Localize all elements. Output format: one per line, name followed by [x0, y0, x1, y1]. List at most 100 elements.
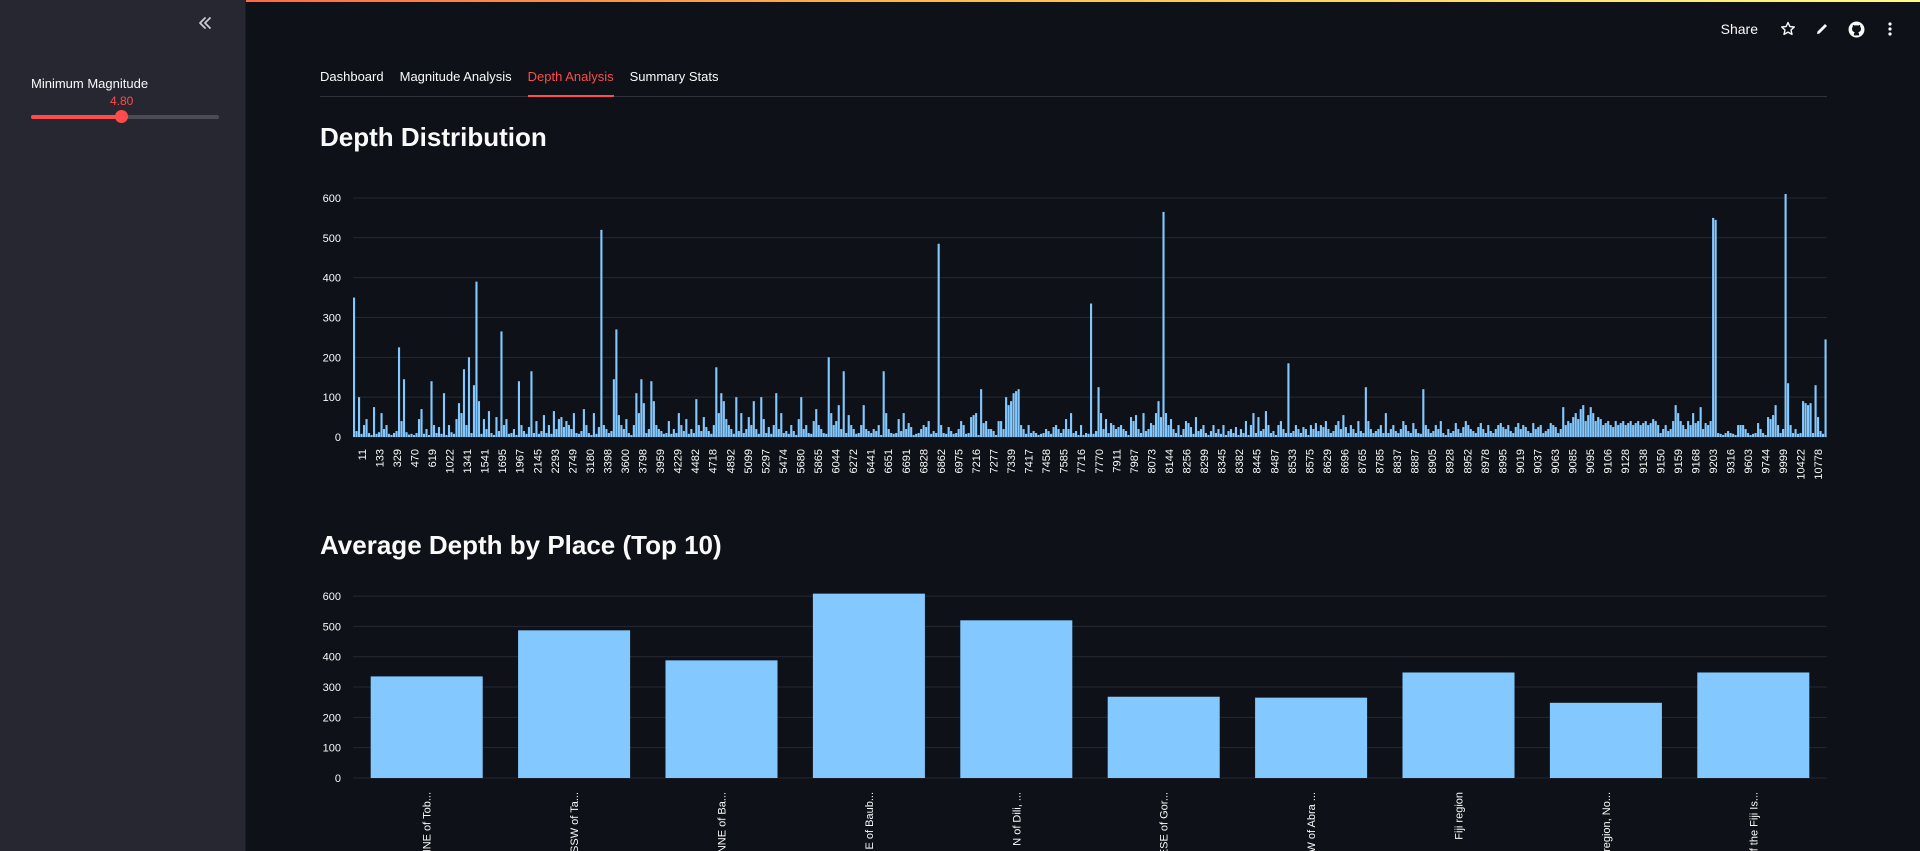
depth-x-tick-label: 7339	[1006, 449, 1018, 473]
depth-bar	[722, 401, 725, 437]
depth-bar	[358, 397, 361, 437]
depth-bar	[1522, 425, 1525, 437]
slider-thumb[interactable]	[115, 110, 129, 123]
depth-bar	[520, 425, 523, 437]
depth-bar	[772, 425, 775, 437]
depth-bar	[777, 429, 780, 437]
depth-bar	[1589, 407, 1592, 437]
depth-bar	[1114, 429, 1118, 437]
depth-bar	[1162, 211, 1165, 437]
depth-bar	[792, 431, 795, 437]
depth-bar	[885, 413, 888, 437]
depth-bar	[1237, 435, 1240, 437]
depth-bar	[712, 425, 715, 437]
depth-bar	[1537, 427, 1540, 437]
depth-bar	[1402, 421, 1405, 437]
depth-bar	[1164, 413, 1168, 437]
depth-bar	[405, 432, 408, 437]
depth-bar	[665, 433, 668, 437]
depth-x-tick-label: 9999	[1778, 449, 1790, 473]
kebab-menu-icon[interactable]	[1880, 19, 1900, 39]
depth-bar	[1679, 421, 1682, 437]
depth-bar	[552, 411, 555, 437]
depth-bar	[1822, 433, 1825, 437]
depth-bar	[1772, 415, 1775, 437]
depth-bar	[1677, 413, 1680, 437]
depth-bar	[515, 435, 518, 437]
star-icon[interactable]	[1778, 19, 1798, 39]
depth-bar	[555, 429, 558, 437]
magnitude-slider[interactable]	[31, 110, 219, 123]
depth-bar	[460, 413, 463, 437]
depth-bar	[690, 429, 693, 437]
depth-bar	[1629, 421, 1632, 437]
depth-bar	[1119, 425, 1123, 437]
place-x-tick-label: W of Abra ...	[1306, 792, 1318, 851]
depth-bar	[1762, 433, 1765, 437]
depth-bar	[670, 433, 673, 437]
depth-bar	[755, 429, 758, 437]
tab-summary-stats[interactable]: Summary Stats	[622, 66, 727, 96]
depth-bar	[1722, 435, 1725, 437]
depth-bar	[1169, 419, 1173, 437]
depth-bar	[955, 433, 958, 437]
depth-bar	[620, 425, 623, 437]
depth-bar	[1617, 425, 1620, 437]
depth-x-tick-label: 133	[374, 449, 386, 467]
place-x-tick-label: region, No...	[1601, 792, 1613, 851]
depth-bar	[430, 381, 433, 437]
depth-bar	[895, 433, 898, 437]
depth-bar	[562, 427, 565, 437]
depth-bar	[1657, 425, 1660, 437]
depth-bar	[495, 417, 498, 437]
place-x-tick-label: NNE of Ba...	[717, 792, 729, 851]
average-depth-heading: Average Depth by Place (Top 10)	[320, 530, 722, 560]
pencil-icon[interactable]	[1812, 19, 1832, 39]
depth-bar	[845, 433, 848, 437]
depth-x-tick-label: 6828	[918, 449, 930, 473]
depth-bar	[942, 433, 945, 437]
github-icon[interactable]	[1846, 19, 1866, 39]
depth-bar	[1654, 421, 1657, 437]
depth-bar	[1642, 423, 1645, 437]
depth-bar	[1694, 423, 1697, 437]
share-button[interactable]: Share	[1721, 21, 1758, 37]
depth-bar	[1512, 433, 1515, 437]
tab-depth-analysis[interactable]: Depth Analysis	[520, 66, 622, 97]
tab-magnitude-analysis[interactable]: Magnitude Analysis	[392, 66, 520, 96]
depth-bar	[1709, 421, 1712, 437]
depth-bar	[1244, 421, 1248, 437]
depth-bar	[1507, 425, 1510, 437]
depth-bar	[1289, 433, 1292, 437]
depth-bar	[597, 427, 600, 437]
depth-bar	[782, 433, 785, 437]
depth-bar	[1734, 435, 1737, 437]
depth-bar	[997, 421, 1000, 437]
depth-bar	[805, 425, 808, 437]
depth-bar	[725, 419, 728, 437]
depth-bar	[1462, 427, 1465, 437]
depth-bar	[1097, 387, 1100, 437]
depth-bar	[1257, 417, 1260, 437]
depth-bar	[765, 433, 768, 437]
depth-bar	[897, 419, 900, 437]
place-x-tick-label: ESE of Gor...	[1159, 792, 1171, 851]
depth-bar	[1142, 413, 1145, 437]
depth-bar	[1144, 431, 1148, 437]
depth-bar	[435, 433, 438, 437]
depth-bar	[1129, 417, 1133, 437]
depth-bar	[1124, 431, 1128, 437]
depth-bar	[1254, 433, 1258, 437]
depth-bar	[1439, 421, 1442, 437]
double-chevron-left-icon[interactable]	[194, 14, 216, 36]
depth-bar	[762, 419, 765, 437]
depth-bar	[687, 433, 690, 437]
depth-bar	[990, 429, 993, 437]
depth-x-tick-label: 3398	[602, 449, 614, 473]
depth-bar	[1782, 429, 1785, 437]
depth-bar	[862, 405, 865, 437]
depth-y-tick-label: 100	[323, 392, 341, 404]
depth-bar	[1797, 433, 1800, 437]
depth-bar	[1352, 429, 1355, 437]
tab-dashboard[interactable]: Dashboard	[320, 66, 392, 96]
